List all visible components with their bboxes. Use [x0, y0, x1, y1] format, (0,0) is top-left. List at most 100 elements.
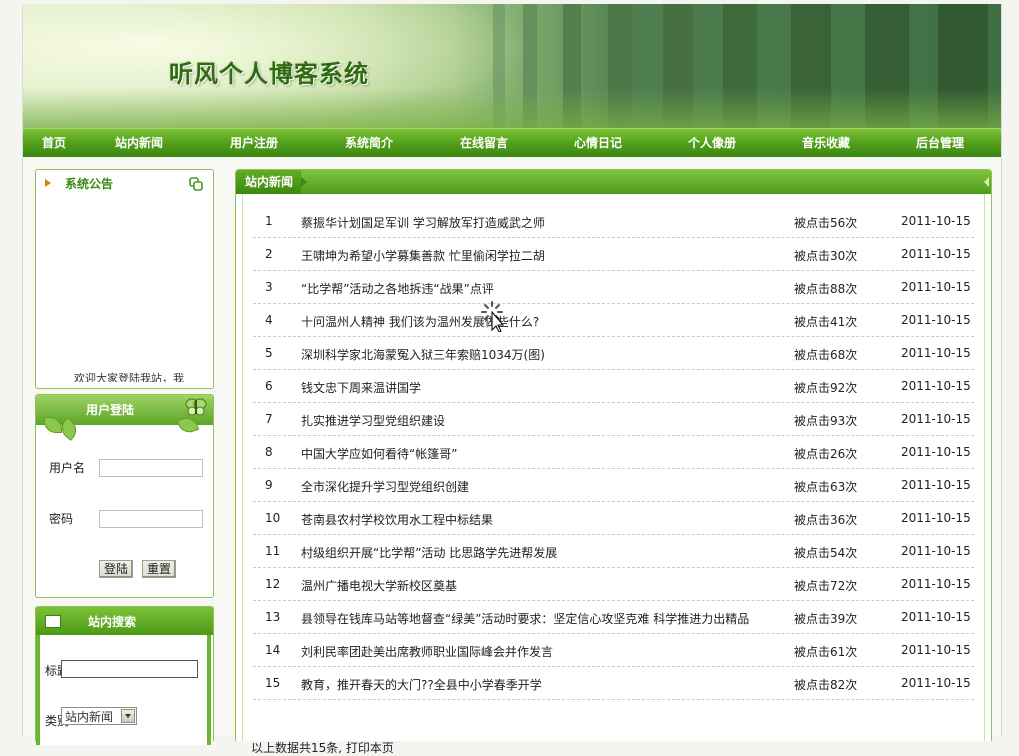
news-title-link[interactable]: 村级组织开展“比学帮”活动 比思路学先进帮发展: [301, 544, 557, 561]
row-number: 10: [265, 511, 281, 525]
nav-item-news[interactable]: 站内新闻: [115, 129, 163, 157]
row-number: 3: [265, 280, 273, 294]
news-date: 2011-10-15: [901, 511, 971, 525]
row-number: 15: [265, 676, 281, 690]
news-date: 2011-10-15: [901, 643, 971, 657]
click-count: 被点击41次: [794, 315, 858, 329]
search-body: 标题 类别 站内新闻: [36, 635, 211, 745]
news-date: 2011-10-15: [901, 247, 971, 261]
search-box-icon: [45, 615, 61, 628]
news-panel: 站内新闻 1 蔡振华计划国足军训 学习解放军打造威武之师 被点击56次 2011-10…: [235, 169, 992, 755]
news-title-link[interactable]: 县领导在钱库马站等地督查“绿美”活动时要求：坚定信心攻坚克难 科学推进力出精品: [301, 610, 749, 627]
notice-header: 系统公告: [36, 170, 213, 196]
nav-item-music[interactable]: 音乐收藏: [802, 129, 850, 157]
news-date: 2011-10-15: [901, 610, 971, 624]
click-count: 被点击72次: [794, 579, 858, 593]
row-number: 13: [265, 610, 281, 624]
news-date: 2011-10-15: [901, 412, 971, 426]
news-date: 2011-10-15: [901, 445, 971, 459]
username-input[interactable]: [99, 459, 203, 477]
list-item: 4 十问温州人精神 我们该为温州发展做些什么? 被点击41次 2011-10-15: [253, 303, 974, 337]
news-title-link[interactable]: 中国大学应如何看待“帐篷哥”: [301, 445, 457, 462]
category-select[interactable]: 站内新闻: [61, 707, 137, 725]
password-input[interactable]: [99, 510, 203, 528]
row-number: 4: [265, 313, 273, 327]
row-number: 8: [265, 445, 273, 459]
row-number: 9: [265, 478, 273, 492]
news-title-link[interactable]: 深圳科学家北海蒙冤入狱三年索赔1034万(图): [301, 346, 545, 363]
click-count: 被点击82次: [794, 678, 858, 692]
login-button[interactable]: 登陆: [99, 560, 134, 578]
list-item: 6 钱文忠下周来温讲国学 被点击92次 2011-10-15: [253, 369, 974, 403]
nav-item-admin[interactable]: 后台管理: [916, 129, 964, 157]
row-number: 5: [265, 346, 273, 360]
news-title-link[interactable]: “比学帮”活动之各地拆违“战果”点评: [301, 280, 494, 297]
click-count: 被点击92次: [794, 381, 858, 395]
row-number: 12: [265, 577, 281, 591]
click-count: 被点击36次: [794, 513, 858, 527]
row-number: 6: [265, 379, 273, 393]
main-nav: 首页 站内新闻 用户注册 系统简介 在线留言 心情日记 个人像册 音乐收藏 后台…: [23, 128, 1001, 157]
news-title-link[interactable]: 王啸坤为希望小学募集善款 忙里偷闲学拉二胡: [301, 247, 545, 264]
username-label: 用户名: [49, 461, 86, 475]
butterfly-icon: [185, 398, 207, 416]
news-title-link[interactable]: 蔡振华计划国足军训 学习解放军打造威武之师: [301, 214, 545, 231]
nav-item-about[interactable]: 系统简介: [345, 129, 393, 157]
chevron-down-icon[interactable]: [121, 709, 135, 723]
nav-item-guestbook[interactable]: 在线留言: [460, 129, 508, 157]
banner-grass: [23, 88, 1001, 128]
login-title: 用户登陆: [86, 403, 135, 417]
nav-item-diary[interactable]: 心情日记: [574, 129, 622, 157]
news-title-link[interactable]: 教育，推开春天的大门??全县中小学春季开学: [301, 676, 542, 693]
list-item: 11 村级组织开展“比学帮”活动 比思路学先进帮发展 被点击54次 2011-10-1…: [253, 534, 974, 568]
click-count: 被点击30次: [794, 249, 858, 263]
more-icon[interactable]: [189, 177, 203, 191]
login-panel: 用户登陆 用户名 密码 登陆 重置: [35, 394, 214, 598]
header-end-icon: [984, 177, 989, 187]
search-title: 站内搜索: [88, 615, 137, 629]
news-title-link[interactable]: 全市深化提升学习型党组织创建: [301, 478, 469, 495]
list-item: 3 “比学帮”活动之各地拆违“战果”点评 被点击88次 2011-10-15: [253, 270, 974, 304]
search-panel: 站内搜索 标题 类别 站内新闻: [35, 606, 214, 745]
news-date: 2011-10-15: [901, 214, 971, 228]
news-title-link[interactable]: 钱文忠下周来温讲国学: [301, 379, 421, 396]
arrow-right-icon: [45, 179, 51, 187]
search-title-input[interactable]: [61, 660, 198, 678]
click-count: 被点击39次: [794, 612, 858, 626]
list-item: 13 县领导在钱库马站等地督查“绿美”活动时要求：坚定信心攻坚克难 科学推进力出精…: [253, 600, 974, 634]
nav-item-register[interactable]: 用户注册: [230, 129, 278, 157]
tab-news[interactable]: 站内新闻: [236, 170, 308, 194]
list-footer: 以上数据共15条, 打印本页: [251, 741, 394, 755]
news-title-link[interactable]: 扎实推进学习型党组织建设: [301, 412, 445, 429]
reset-button[interactable]: 重置: [142, 560, 177, 578]
list-item: 5 深圳科学家北海蒙冤入狱三年索赔1034万(图) 被点击68次 2011-10-15: [253, 336, 974, 370]
list-item: 10 苍南县农村学校饮用水工程中标结果 被点击36次 2011-10-15: [253, 501, 974, 535]
news-title-link[interactable]: 刘利民率团赴美出席教师职业国际峰会并作发言: [301, 643, 553, 660]
busy-cursor-icon: [481, 301, 505, 332]
row-number: 14: [265, 643, 281, 657]
password-label: 密码: [49, 512, 74, 526]
click-count: 被点击68次: [794, 348, 858, 362]
click-count: 被点击56次: [794, 216, 858, 230]
page: 听风个人博客系统 首页 站内新闻 用户注册 系统简介 在线留言 心情日记 个人像…: [22, 4, 1002, 755]
news-date: 2011-10-15: [901, 313, 971, 327]
news-title-link[interactable]: 苍南县农村学校饮用水工程中标结果: [301, 511, 493, 528]
nav-item-album[interactable]: 个人像册: [688, 129, 736, 157]
click-count: 被点击63次: [794, 480, 858, 494]
nav-item-home[interactable]: 首页: [42, 129, 66, 157]
news-date: 2011-10-15: [901, 478, 971, 492]
row-number: 1: [265, 214, 273, 228]
category-select-value: 站内新闻: [65, 710, 114, 724]
click-count: 被点击93次: [794, 414, 858, 428]
row-number: 7: [265, 412, 273, 426]
list-item: 9 全市深化提升学习型党组织创建 被点击63次 2011-10-15: [253, 468, 974, 502]
site-title: 听风个人博客系统: [169, 59, 369, 88]
list-item: 7 扎实推进学习型党组织建设 被点击93次 2011-10-15: [253, 402, 974, 436]
row-number: 11: [265, 544, 281, 558]
list-item: 8 中国大学应如何看待“帐篷哥” 被点击26次 2011-10-15: [253, 435, 974, 469]
list-item: 2 王啸坤为希望小学募集善款 忙里偷闲学拉二胡 被点击30次 2011-10-15: [253, 237, 974, 271]
notice-marquee: 欢迎大家登陆我站，我: [74, 372, 184, 382]
news-list: 1 蔡振华计划国足军训 学习解放军打造威武之师 被点击56次 2011-10-15 2…: [242, 194, 985, 755]
news-title-link[interactable]: 温州广播电视大学新校区奠基: [301, 577, 457, 594]
click-count: 被点击54次: [794, 546, 858, 560]
